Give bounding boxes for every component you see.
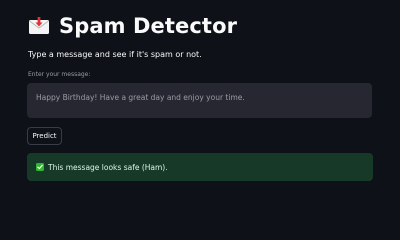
result-message: This message looks safe (Ham).	[48, 162, 168, 172]
page-title: Spam Detector	[59, 14, 238, 38]
page-subtitle: Type a message and see if it's spam or n…	[28, 50, 202, 59]
header: Spam Detector	[28, 14, 237, 38]
predict-button[interactable]: Predict	[27, 127, 62, 145]
app-container: Spam Detector Type a message and see if …	[0, 0, 400, 225]
check-mark-icon	[36, 163, 44, 171]
envelope-with-arrow-icon	[28, 17, 50, 35]
message-input-label: Enter your message:	[28, 71, 91, 78]
message-textarea[interactable]: Happy Birthday! Have a great day and enj…	[27, 83, 372, 118]
result-alert: This message looks safe (Ham).	[27, 153, 373, 181]
